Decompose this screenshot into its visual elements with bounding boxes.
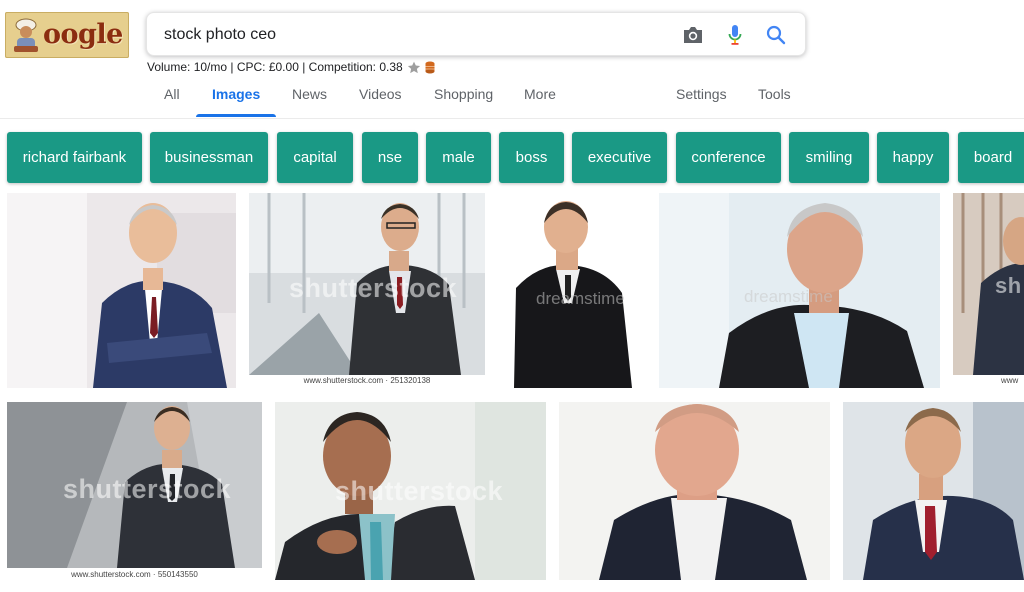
- image-watermark: shutterstock: [335, 476, 504, 506]
- image-watermark: dreamstime: [744, 287, 833, 306]
- active-tab-indicator: [196, 114, 276, 117]
- chip-capital[interactable]: capital: [277, 132, 353, 183]
- tab-shopping[interactable]: Shopping: [434, 86, 493, 110]
- tab-news[interactable]: News: [292, 86, 327, 110]
- ceo-photo-image: [559, 402, 830, 580]
- database-icon[interactable]: [425, 61, 435, 74]
- image-watermark: shutterstock: [289, 273, 458, 303]
- tab-tools[interactable]: Tools: [758, 86, 791, 110]
- doodle-logo-text: oogle: [43, 19, 123, 50]
- search-input[interactable]: stock photo ceo: [164, 26, 276, 44]
- chip-board[interactable]: board: [958, 132, 1024, 183]
- image-result[interactable]: shutterstock www.shutterstock.com · 5501…: [7, 402, 262, 580]
- image-result[interactable]: shutterstock: [275, 402, 546, 580]
- chip-businessman[interactable]: businessman: [150, 132, 268, 183]
- keyword-stats-bar: Volume: 10/mo | CPC: £0.00 | Competition…: [147, 60, 435, 74]
- image-result[interactable]: sh www: [953, 193, 1024, 388]
- image-result[interactable]: shutterstock www.shutterstock.com · 2513…: [249, 193, 485, 388]
- tab-all[interactable]: All: [164, 86, 180, 110]
- tab-videos[interactable]: Videos: [359, 86, 402, 110]
- ceo-photo-image: [843, 402, 1024, 580]
- search-icon[interactable]: [763, 22, 789, 48]
- google-doodle-logo[interactable]: oogle: [5, 12, 129, 58]
- image-watermark: sh: [995, 273, 1022, 298]
- image-watermark: dreamstime: [536, 289, 625, 308]
- image-result[interactable]: dreamstime: [494, 193, 651, 388]
- doodle-figure-icon: [14, 18, 38, 52]
- chip-male[interactable]: male: [426, 132, 491, 183]
- chip-boss[interactable]: boss: [499, 132, 564, 183]
- image-credit: www.shutterstock.com · 251320138: [249, 376, 485, 385]
- chip-nse[interactable]: nse: [362, 132, 418, 183]
- tab-images[interactable]: Images: [212, 86, 260, 110]
- related-search-chips: richard fairbank businessman capital nse…: [0, 132, 1024, 183]
- chip-richard-fairbank[interactable]: richard fairbank: [7, 132, 142, 183]
- ceo-photo-image: [7, 193, 236, 388]
- search-box[interactable]: stock photo ceo: [146, 12, 806, 56]
- tab-more[interactable]: More: [524, 86, 556, 110]
- tab-settings[interactable]: Settings: [676, 86, 727, 110]
- header-divider: [0, 118, 1024, 119]
- image-result[interactable]: [7, 193, 236, 388]
- image-result[interactable]: [559, 402, 830, 580]
- chip-executive[interactable]: executive: [572, 132, 667, 183]
- star-icon[interactable]: [407, 61, 421, 74]
- chip-conference[interactable]: conference: [676, 132, 781, 183]
- image-credit: www: [1001, 376, 1019, 385]
- image-credit: www.shutterstock.com · 550143550: [7, 570, 262, 579]
- chip-smiling[interactable]: smiling: [789, 132, 869, 183]
- image-result[interactable]: dreamstime: [659, 193, 940, 388]
- camera-icon[interactable]: [680, 22, 706, 48]
- chip-happy[interactable]: happy: [877, 132, 949, 183]
- keyword-stats-text: Volume: 10/mo | CPC: £0.00 | Competition…: [147, 60, 403, 74]
- image-result[interactable]: [843, 402, 1024, 580]
- microphone-icon[interactable]: [722, 22, 748, 48]
- image-watermark: shutterstock: [63, 474, 232, 504]
- search-tabs: All Images News Videos Shopping More Set…: [0, 86, 1024, 118]
